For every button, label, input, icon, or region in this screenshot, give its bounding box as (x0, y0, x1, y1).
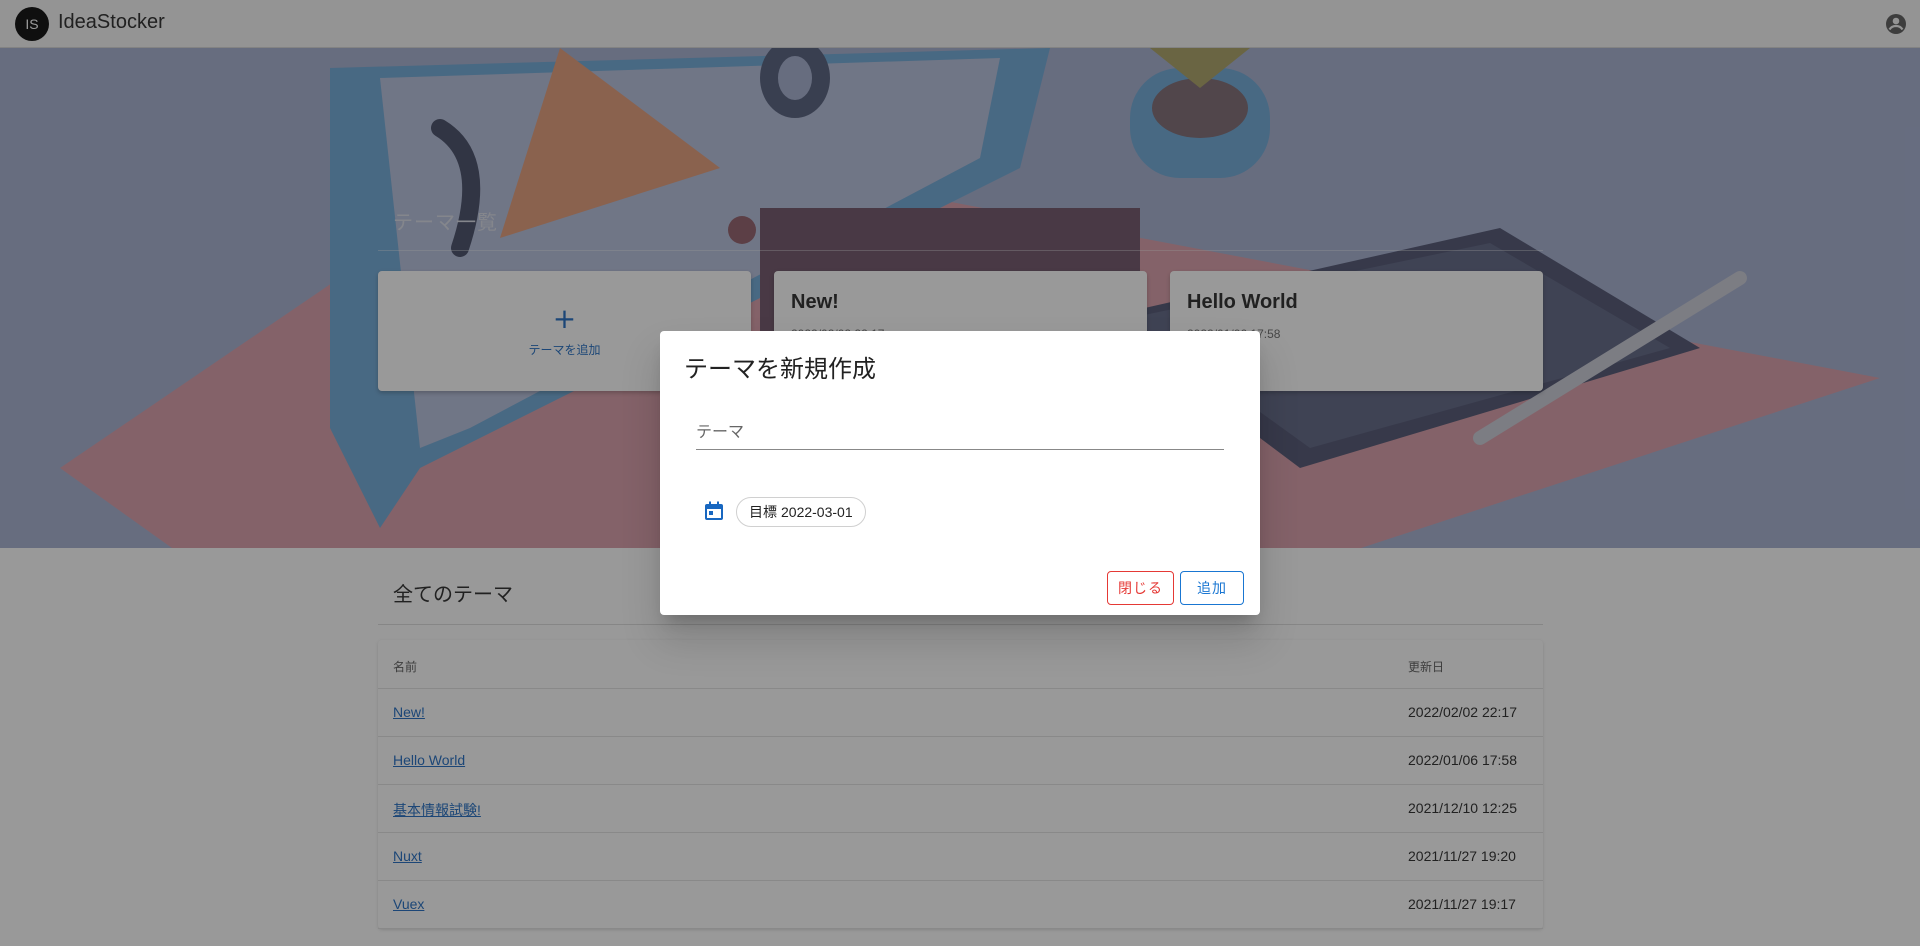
goal-label: 目標 (749, 504, 777, 520)
add-button[interactable]: 追加 (1180, 571, 1244, 605)
calendar-icon[interactable] (702, 499, 726, 523)
create-theme-dialog: テーマを新規作成 目標 2022-03-01 閉じる 追加 (660, 331, 1260, 615)
dialog-title: テーマを新規作成 (684, 356, 876, 383)
goal-date-chip[interactable]: 目標 2022-03-01 (736, 497, 866, 527)
close-button[interactable]: 閉じる (1107, 571, 1174, 605)
goal-date: 2022-03-01 (781, 504, 853, 520)
theme-input[interactable] (696, 417, 1224, 450)
